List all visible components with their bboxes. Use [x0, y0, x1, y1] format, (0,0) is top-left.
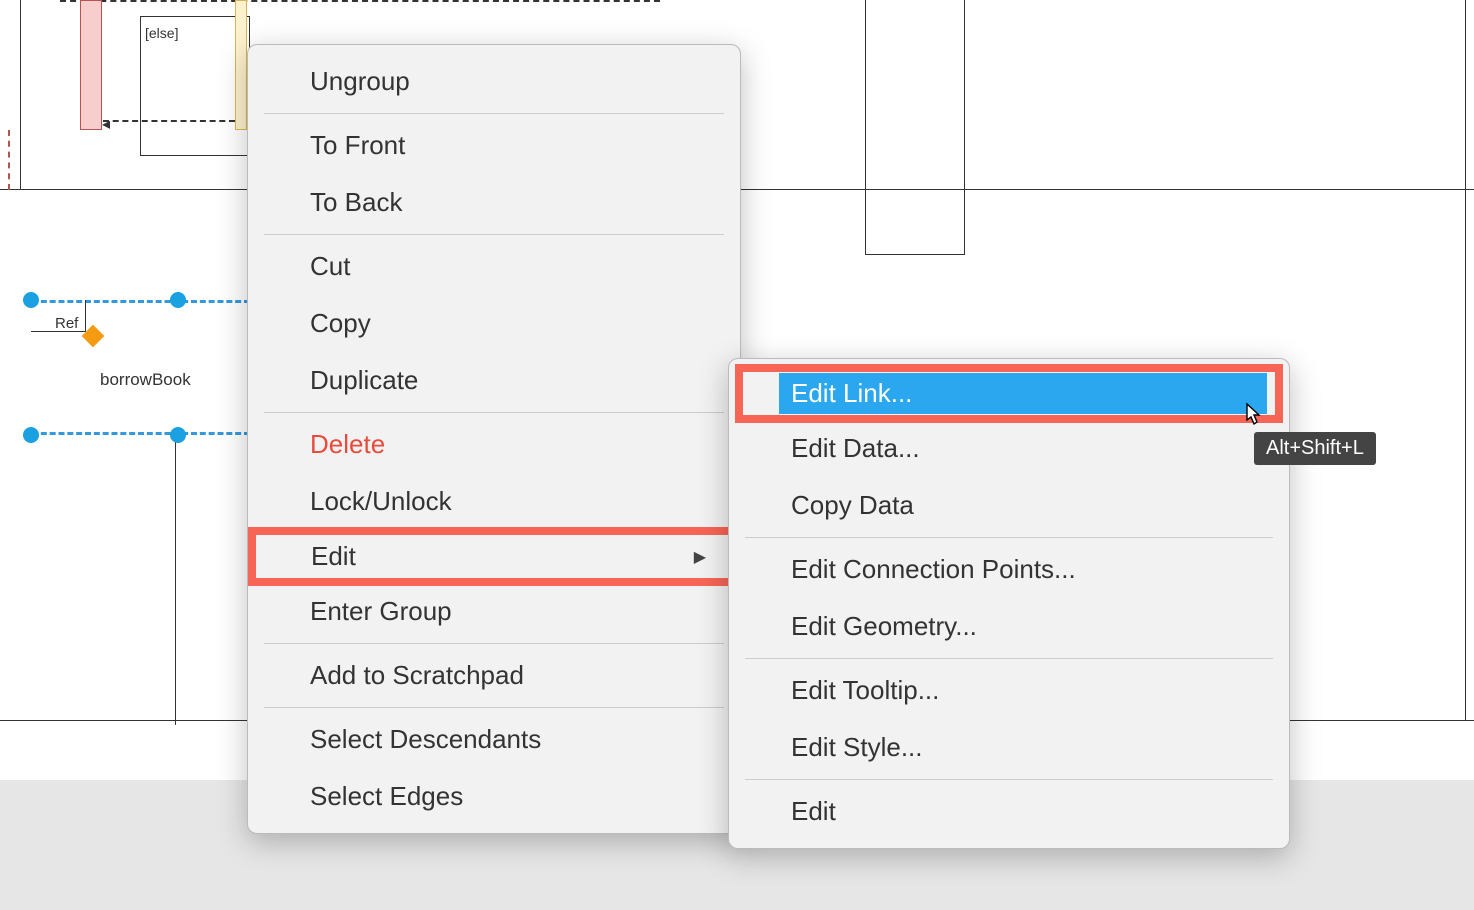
- return-message-line: [103, 120, 235, 122]
- menu-item-select-descendants[interactable]: Select Descendants: [248, 711, 740, 768]
- menu-separator: [264, 113, 724, 114]
- selection-border-bottom: [32, 432, 250, 435]
- return-arrow-head: ◂: [102, 114, 110, 134]
- keyboard-shortcut-tooltip: Alt+Shift+L: [1254, 432, 1376, 465]
- menu-separator: [745, 658, 1273, 659]
- submenu-item-edit-tooltip[interactable]: Edit Tooltip...: [729, 662, 1289, 719]
- lifeline-red-dashed: [8, 130, 10, 190]
- menu-separator: [264, 234, 724, 235]
- menu-separator: [264, 412, 724, 413]
- submenu-item-edit-link[interactable]: Edit Link...: [735, 364, 1283, 423]
- activation-bar-red: [80, 0, 102, 130]
- menu-separator: [745, 537, 1273, 538]
- menu-item-lock-unlock[interactable]: Lock/Unlock: [248, 473, 740, 530]
- menu-item-copy[interactable]: Copy: [248, 295, 740, 352]
- selection-handle[interactable]: [23, 427, 39, 443]
- menu-item-edit[interactable]: Edit: [248, 527, 740, 586]
- submenu-item-edit-geometry[interactable]: Edit Geometry...: [729, 598, 1289, 655]
- activation-bar-yellow: [235, 0, 247, 130]
- menu-item-cut[interactable]: Cut: [248, 238, 740, 295]
- menu-item-enter-group[interactable]: Enter Group: [248, 583, 740, 640]
- submenu-item-label: Edit Link...: [779, 373, 1267, 414]
- diagram-right-edge: [1465, 0, 1474, 720]
- menu-item-to-front[interactable]: To Front: [248, 117, 740, 174]
- menu-item-select-edges[interactable]: Select Edges: [248, 768, 740, 825]
- selected-ref-fragment[interactable]: Ref borrowBook: [20, 300, 280, 435]
- menu-item-delete[interactable]: Delete: [248, 416, 740, 473]
- menu-separator: [745, 779, 1273, 780]
- context-menu: Ungroup To Front To Back Cut Copy Duplic…: [247, 44, 741, 834]
- lifeline-vertical: [175, 435, 176, 725]
- menu-item-add-scratchpad[interactable]: Add to Scratchpad: [248, 647, 740, 704]
- selection-handle[interactable]: [170, 292, 186, 308]
- menu-separator: [264, 643, 724, 644]
- ref-label: Ref: [55, 315, 78, 332]
- submenu-item-edit-style[interactable]: Edit Style...: [729, 719, 1289, 776]
- menu-item-to-back[interactable]: To Back: [248, 174, 740, 231]
- fragment-name-label: borrowBook: [100, 370, 191, 390]
- submenu-item-edit-data[interactable]: Edit Data...: [729, 420, 1289, 477]
- menu-separator: [264, 707, 724, 708]
- edit-submenu: Edit Link... Edit Data... Copy Data Edit…: [728, 358, 1290, 849]
- selection-handle[interactable]: [170, 427, 186, 443]
- submenu-item-copy-data[interactable]: Copy Data: [729, 477, 1289, 534]
- diagram-lifeline-box: [865, 0, 965, 255]
- submenu-item-edit[interactable]: Edit: [729, 783, 1289, 840]
- menu-item-duplicate[interactable]: Duplicate: [248, 352, 740, 409]
- submenu-item-edit-connection-points[interactable]: Edit Connection Points...: [729, 541, 1289, 598]
- upper-sequence-fragment: [80, 0, 245, 130]
- menu-item-ungroup[interactable]: Ungroup: [248, 53, 740, 110]
